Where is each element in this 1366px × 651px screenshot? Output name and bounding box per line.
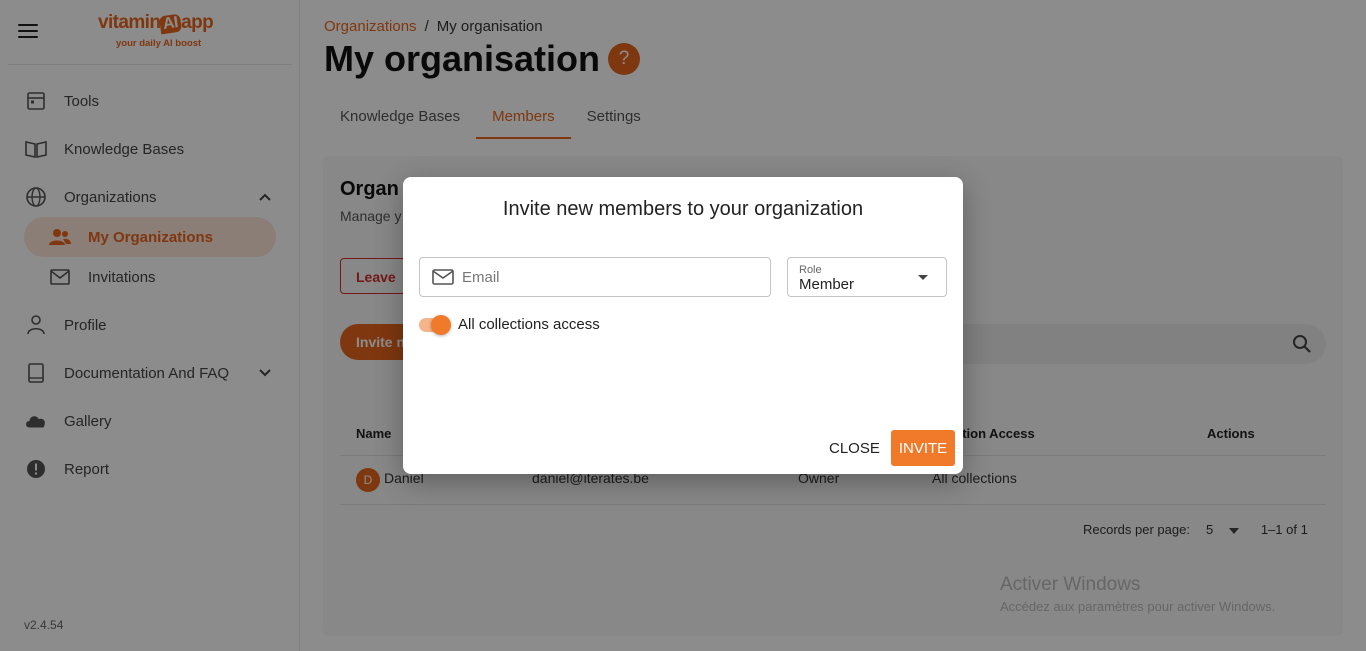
toggle-label: All collections access xyxy=(458,316,600,333)
toggle-thumb xyxy=(431,315,451,335)
role-label: Role xyxy=(799,264,822,276)
email-field[interactable] xyxy=(419,257,771,297)
caret-down-icon xyxy=(918,275,928,280)
dialog-title: Invite new members to your organization xyxy=(502,198,864,220)
mail-icon xyxy=(432,268,454,286)
all-collections-toggle[interactable] xyxy=(419,315,451,335)
invite-dialog: Invite new members to your organization … xyxy=(403,177,963,474)
email-input[interactable] xyxy=(462,268,742,286)
invite-button[interactable]: INVITE xyxy=(891,430,955,466)
role-value: Member xyxy=(799,276,855,293)
role-select[interactable]: Role Member xyxy=(787,257,947,297)
close-button[interactable]: CLOSE xyxy=(821,431,888,465)
